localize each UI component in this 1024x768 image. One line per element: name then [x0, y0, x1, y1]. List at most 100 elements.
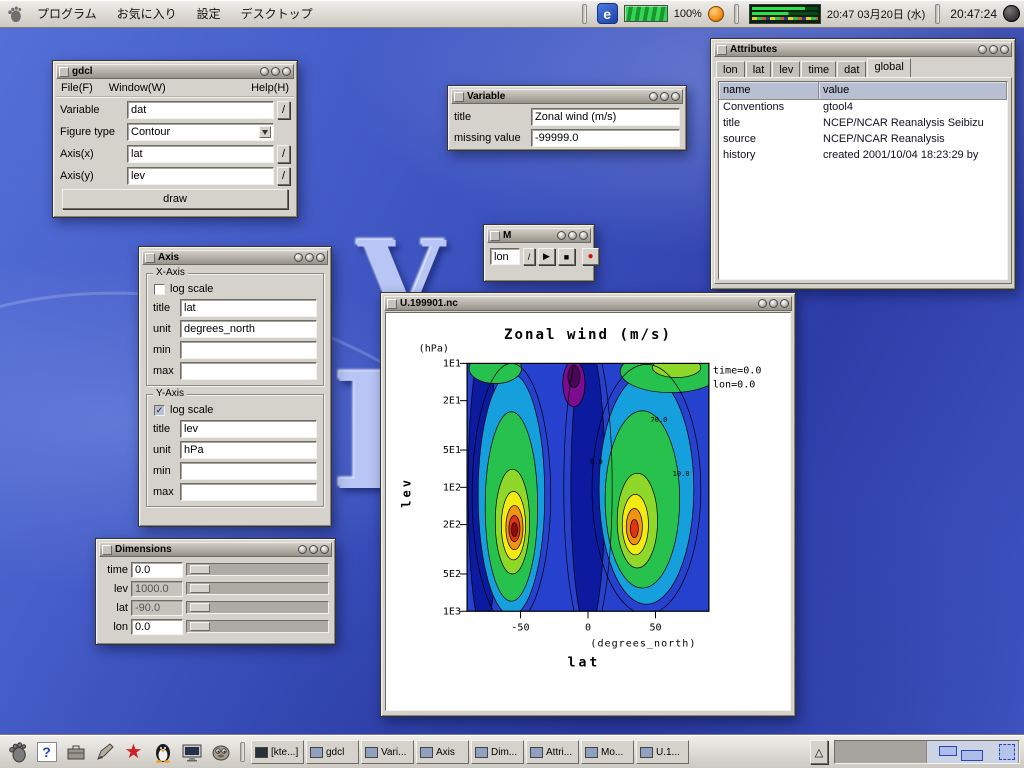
menu-window[interactable]: Window(W) — [109, 82, 166, 94]
pager-arrow-button[interactable]: △ — [810, 740, 828, 764]
help-launcher[interactable]: ? — [33, 739, 60, 765]
lev-slider[interactable] — [186, 582, 329, 595]
slider-handle[interactable] — [190, 565, 210, 574]
panel-corner-icon[interactable] — [1003, 5, 1020, 22]
system-monitor-graph[interactable] — [749, 4, 821, 24]
plot-canvas[interactable]: Zonal wind (m/s) (hPa) lev time=0.0 lon=… — [385, 312, 791, 711]
battery-meter[interactable] — [624, 5, 668, 22]
pen-launcher[interactable] — [91, 739, 118, 765]
toolbox-launcher[interactable] — [62, 739, 89, 765]
task-variable[interactable]: Vari... — [361, 740, 414, 764]
variable-slash-button[interactable]: / — [277, 101, 290, 119]
slider-handle[interactable] — [190, 622, 210, 631]
time-field[interactable]: 0.0 — [131, 562, 183, 578]
window-menu-icon[interactable] — [145, 253, 155, 263]
maximize-button[interactable] — [989, 45, 998, 54]
x-max-field[interactable] — [180, 362, 317, 380]
column-header-name[interactable]: name — [719, 82, 819, 99]
x-title-field[interactable]: lat — [180, 299, 317, 317]
y-unit-field[interactable]: hPa — [180, 441, 317, 459]
tab-lat[interactable]: lat — [746, 61, 772, 77]
minimize-button[interactable] — [978, 45, 987, 54]
desktop-2-active[interactable] — [927, 741, 1019, 763]
lon-slider[interactable] — [186, 620, 329, 633]
tux-launcher[interactable] — [149, 739, 176, 765]
window-menu-icon[interactable] — [490, 231, 500, 241]
clock-date[interactable]: 20:47 03月20日 (水) — [827, 6, 925, 22]
minimize-button[interactable] — [649, 92, 658, 101]
title-field[interactable]: Zonal wind (m/s) — [531, 108, 680, 126]
task-monitor[interactable]: Mo... — [581, 740, 634, 764]
close-button[interactable] — [282, 67, 291, 76]
y-title-field[interactable]: lev — [180, 420, 317, 438]
minimize-button[interactable] — [758, 299, 767, 308]
task-attributes[interactable]: Attri... — [526, 740, 579, 764]
missing-value-field[interactable]: -99999.0 — [531, 129, 680, 147]
minimize-button[interactable] — [294, 253, 303, 262]
dimension-combo[interactable]: lon — [490, 248, 520, 265]
desktop-1[interactable] — [835, 741, 927, 763]
table-row[interactable]: title NCEP/NCAR Reanalysis Seibizu — [719, 116, 1007, 132]
task-kterm[interactable]: [kte...] — [251, 740, 304, 764]
slider-handle[interactable] — [190, 584, 210, 593]
panel-separator[interactable] — [240, 742, 245, 762]
slash-button[interactable]: / — [523, 248, 535, 265]
column-header-value[interactable]: value — [819, 82, 1007, 99]
task-plot[interactable]: U.1... — [636, 740, 689, 764]
minimize-button[interactable] — [260, 67, 269, 76]
table-row[interactable]: source NCEP/NCAR Reanalysis — [719, 132, 1007, 148]
minimize-button[interactable] — [557, 231, 566, 240]
menu-settings[interactable]: 設定 — [188, 2, 230, 25]
main-menu-icon[interactable] — [4, 3, 26, 25]
dropdown-arrow-icon[interactable] — [259, 126, 271, 138]
mini-window[interactable] — [939, 746, 957, 756]
star-launcher[interactable]: ★ — [120, 739, 147, 765]
record-button[interactable]: ● — [582, 248, 599, 265]
table-row[interactable]: history created 2001/10/04 18:23:29 by — [719, 148, 1007, 164]
desk-guide[interactable] — [834, 740, 1020, 764]
y-max-field[interactable] — [180, 483, 317, 501]
plot-titlebar[interactable]: U.199901.nc — [384, 296, 792, 311]
dimensions-titlebar[interactable]: Dimensions — [99, 542, 332, 557]
x-min-field[interactable] — [180, 341, 317, 359]
menu-help[interactable]: Help(H) — [251, 82, 289, 94]
orange-ball-icon[interactable] — [708, 6, 724, 22]
x-log-scale-checkbox[interactable] — [154, 284, 165, 295]
tab-time[interactable]: time — [801, 61, 836, 77]
window-menu-icon[interactable] — [717, 45, 727, 55]
lat-slider[interactable] — [186, 601, 329, 614]
maximize-button[interactable] — [769, 299, 778, 308]
play-button[interactable]: ▶ — [538, 248, 555, 265]
maximize-button[interactable] — [309, 545, 318, 554]
close-button[interactable] — [320, 545, 329, 554]
axis-y-field[interactable]: lev — [127, 167, 274, 185]
gimp-launcher[interactable] — [207, 739, 234, 765]
menu-file[interactable]: File(F) — [61, 82, 93, 94]
variable-titlebar[interactable]: Variable — [451, 89, 683, 104]
menu-programs[interactable]: プログラム — [28, 2, 106, 25]
tab-lon[interactable]: lon — [716, 61, 745, 77]
window-menu-icon[interactable] — [102, 545, 112, 555]
axis-titlebar[interactable]: Axis — [142, 250, 328, 265]
panel-separator[interactable] — [582, 4, 587, 24]
draw-button[interactable]: draw — [62, 189, 288, 209]
y-log-scale-checkbox[interactable]: ✓ — [154, 405, 165, 416]
tab-dat[interactable]: dat — [837, 61, 866, 77]
x-unit-field[interactable]: degrees_north — [180, 320, 317, 338]
close-button[interactable] — [316, 253, 325, 262]
panel-separator[interactable] — [935, 4, 940, 24]
lon-field[interactable]: 0.0 — [131, 619, 183, 635]
axis-x-field[interactable]: lat — [127, 145, 274, 163]
figure-type-select[interactable]: Contour — [127, 123, 274, 141]
panel-separator[interactable] — [734, 4, 739, 24]
window-menu-icon[interactable] — [59, 67, 69, 77]
window-menu-icon[interactable] — [454, 92, 464, 102]
clock-time[interactable]: 20:47:24 — [950, 7, 997, 21]
monitor-titlebar[interactable]: M — [487, 228, 591, 243]
task-dimensions[interactable]: Dim... — [471, 740, 524, 764]
stop-button[interactable]: ■ — [558, 248, 575, 265]
variable-field[interactable]: dat — [127, 101, 274, 119]
close-button[interactable] — [579, 231, 588, 240]
maximize-button[interactable] — [660, 92, 669, 101]
close-button[interactable] — [1000, 45, 1009, 54]
